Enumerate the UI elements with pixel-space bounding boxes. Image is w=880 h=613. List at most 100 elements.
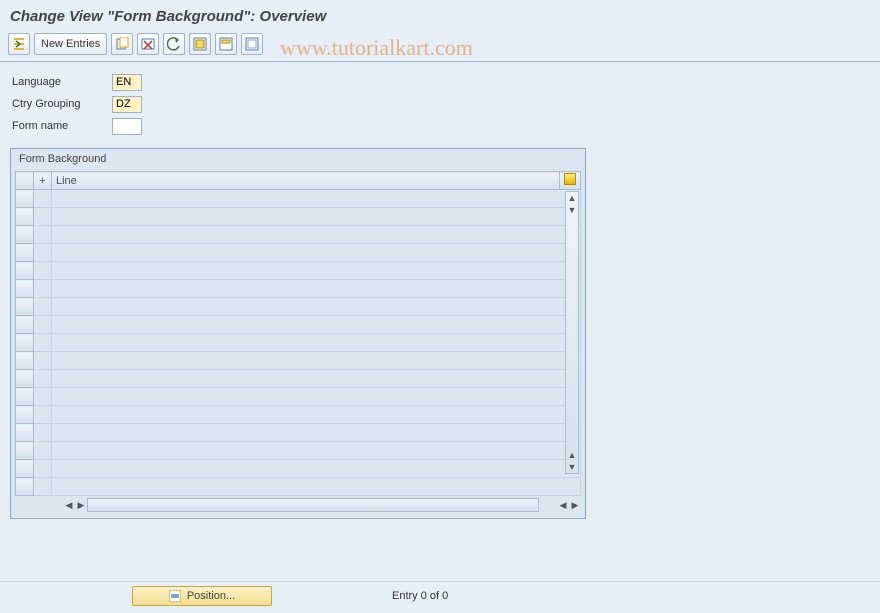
cell-plus[interactable] [34,208,52,226]
cell-plus[interactable] [34,370,52,388]
cell-line[interactable] [52,406,581,424]
position-icon [169,590,181,602]
cell-line[interactable] [52,370,581,388]
row-selector[interactable] [16,424,34,442]
row-selector[interactable] [16,190,34,208]
form-fields: Language Ctry Grouping Form name [0,68,880,148]
cell-line[interactable] [52,442,581,460]
column-config-header[interactable] [560,172,581,190]
row-selector[interactable] [16,298,34,316]
cell-line[interactable] [52,316,581,334]
cell-plus[interactable] [34,352,52,370]
table-row[interactable] [16,388,581,406]
column-plus-header[interactable]: + [34,172,52,190]
row-selector[interactable] [16,460,34,478]
table-row[interactable] [16,478,581,496]
row-selector[interactable] [16,334,34,352]
table-row[interactable] [16,442,581,460]
table-row[interactable] [16,298,581,316]
column-line-header[interactable]: Line [52,172,560,190]
cell-plus[interactable] [34,442,52,460]
table-row[interactable] [16,280,581,298]
table-row[interactable] [16,406,581,424]
table-row[interactable] [16,262,581,280]
table-row[interactable] [16,460,581,478]
horizontal-scrollbar[interactable] [87,498,539,512]
cell-line[interactable] [52,478,581,496]
page-title: Change View "Form Background": Overview [0,0,880,31]
hscroll-right-icon[interactable]: ▶ [75,499,87,511]
row-selector[interactable] [16,226,34,244]
cell-plus[interactable] [34,406,52,424]
table-row[interactable] [16,424,581,442]
hscroll-left-icon[interactable]: ◀ [63,499,75,511]
hscroll-left-end-icon[interactable]: ◀ [557,499,569,511]
row-selector[interactable] [16,316,34,334]
table-row[interactable] [16,190,581,208]
language-label: Language [12,76,112,88]
cell-plus[interactable] [34,280,52,298]
table-row[interactable] [16,352,581,370]
table-row[interactable] [16,334,581,352]
cell-line[interactable] [52,226,581,244]
cell-plus[interactable] [34,460,52,478]
cell-plus[interactable] [34,478,52,496]
cell-line[interactable] [52,298,581,316]
row-selector[interactable] [16,442,34,460]
scroll-up-icon[interactable]: ▲ [566,192,578,204]
scroll-down-bottom-icon[interactable]: ▼ [566,461,578,473]
cell-line[interactable] [52,262,581,280]
cell-plus[interactable] [34,298,52,316]
cell-plus[interactable] [34,334,52,352]
cell-line[interactable] [52,352,581,370]
cell-plus[interactable] [34,244,52,262]
deselect-all-icon-button[interactable] [241,33,263,55]
footer: Position... Entry 0 of 0 [0,581,880,609]
row-selector[interactable] [16,388,34,406]
scroll-down-icon[interactable]: ▼ [566,204,578,216]
vertical-scrollbar[interactable]: ▲ ▼ ▲ ▼ [565,191,579,474]
cell-plus[interactable] [34,190,52,208]
row-selector[interactable] [16,262,34,280]
row-selector[interactable] [16,244,34,262]
cell-plus[interactable] [34,316,52,334]
row-selector[interactable] [16,280,34,298]
table-row[interactable] [16,244,581,262]
select-block-icon-button[interactable] [215,33,237,55]
cell-line[interactable] [52,280,581,298]
row-selector[interactable] [16,370,34,388]
table-row[interactable] [16,316,581,334]
row-selector[interactable] [16,478,34,496]
cell-line[interactable] [52,334,581,352]
cell-line[interactable] [52,388,581,406]
cell-line[interactable] [52,208,581,226]
position-button[interactable]: Position... [132,586,272,606]
language-input[interactable] [112,74,142,91]
row-selector[interactable] [16,208,34,226]
cell-plus[interactable] [34,388,52,406]
copy-icon-button[interactable] [111,33,133,55]
hscroll-right-end-icon[interactable]: ▶ [569,499,581,511]
select-all-icon-button[interactable] [189,33,211,55]
row-selector[interactable] [16,406,34,424]
cell-plus[interactable] [34,226,52,244]
delete-icon-button[interactable] [137,33,159,55]
scroll-up-bottom-icon[interactable]: ▲ [566,449,578,461]
expand-icon-button[interactable] [8,33,30,55]
new-entries-button[interactable]: New Entries [34,33,107,55]
undo-icon-button[interactable] [163,33,185,55]
ctry-grouping-input[interactable] [112,96,142,113]
form-name-label: Form name [12,120,112,132]
cell-line[interactable] [52,460,581,478]
table-row[interactable] [16,370,581,388]
table-row[interactable] [16,226,581,244]
table-row[interactable] [16,208,581,226]
cell-plus[interactable] [34,424,52,442]
cell-plus[interactable] [34,262,52,280]
row-selector[interactable] [16,352,34,370]
cell-line[interactable] [52,244,581,262]
form-name-input[interactable] [112,118,142,135]
cell-line[interactable] [52,190,581,208]
row-selector-header[interactable] [16,172,34,190]
cell-line[interactable] [52,424,581,442]
